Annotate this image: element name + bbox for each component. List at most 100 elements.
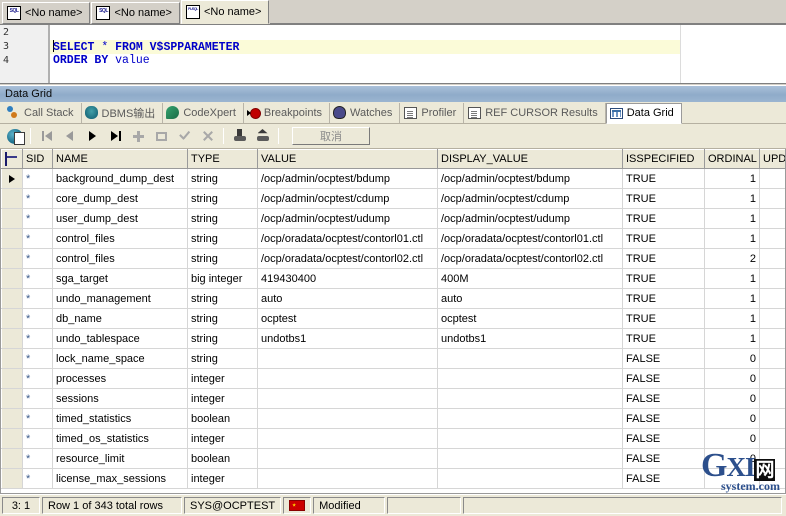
tab-profiler[interactable]: Profiler — [400, 102, 465, 123]
cell-isspecified[interactable]: FALSE — [622, 348, 705, 369]
document-tab-2[interactable]: <No name> — [91, 2, 180, 24]
row-selector-cell[interactable] — [1, 208, 23, 229]
row-selector-cell[interactable] — [1, 368, 23, 389]
table-row[interactable]: * processes integer FALSE 0 — [1, 368, 785, 389]
cell-value[interactable]: auto — [257, 288, 438, 309]
cell-sid[interactable]: * — [22, 448, 53, 469]
cell-sid[interactable]: * — [22, 268, 53, 289]
cell-isspecified[interactable]: TRUE — [622, 288, 705, 309]
cell-display-value[interactable] — [437, 408, 623, 429]
cell-sid[interactable]: * — [22, 388, 53, 409]
cell-isspecified[interactable]: TRUE — [622, 308, 705, 329]
cell-sid[interactable]: * — [22, 368, 53, 389]
cell-display-value[interactable]: auto — [437, 288, 623, 309]
tab-codexpert[interactable]: CodeXpert — [163, 102, 244, 123]
row-selector-cell[interactable] — [1, 268, 23, 289]
cell-type[interactable]: integer — [187, 368, 258, 389]
row-selector-cell[interactable] — [1, 288, 23, 309]
editor-code-area[interactable]: SELECT * FROM V$SPPARAMETER ORDER BY val… — [50, 25, 786, 83]
cell-type[interactable]: boolean — [187, 408, 258, 429]
cell-upda[interactable] — [759, 408, 785, 429]
cell-sid[interactable]: * — [22, 468, 53, 489]
table-row[interactable]: * license_max_sessions integer FALSE — [1, 468, 785, 489]
cell-value[interactable] — [257, 468, 438, 489]
cell-display-value[interactable] — [437, 368, 623, 389]
cell-isspecified[interactable]: FALSE — [622, 448, 705, 469]
cell-type[interactable]: string — [187, 288, 258, 309]
cell-name[interactable]: user_dump_dest — [52, 208, 188, 229]
column-header-isspecified[interactable]: ISSPECIFIED — [622, 149, 705, 169]
rollback-button[interactable] — [252, 126, 273, 146]
cell-display-value[interactable]: ocptest — [437, 308, 623, 329]
row-selector-cell[interactable] — [1, 188, 23, 209]
cell-sid[interactable]: * — [22, 328, 53, 349]
cell-display-value[interactable] — [437, 448, 623, 469]
cell-isspecified[interactable]: FALSE — [622, 408, 705, 429]
cell-display-value[interactable]: /ocp/admin/ocptest/udump — [437, 208, 623, 229]
cell-name[interactable]: resource_limit — [52, 448, 188, 469]
cell-name[interactable]: timed_os_statistics — [52, 428, 188, 449]
column-header-value[interactable]: VALUE — [257, 149, 438, 169]
cell-display-value[interactable]: undotbs1 — [437, 328, 623, 349]
cell-sid[interactable]: * — [22, 208, 53, 229]
cell-upda[interactable] — [759, 348, 785, 369]
cell-upda[interactable] — [759, 388, 785, 409]
post-edit-button[interactable] — [174, 126, 195, 146]
cell-ordinal[interactable]: 1 — [704, 208, 760, 229]
cell-display-value[interactable] — [437, 468, 623, 489]
table-row[interactable]: * sessions integer FALSE 0 — [1, 388, 785, 409]
cell-display-value[interactable]: /ocp/admin/ocptest/cdump — [437, 188, 623, 209]
next-record-button[interactable] — [82, 126, 103, 146]
cell-value[interactable] — [257, 388, 438, 409]
cell-sid[interactable]: * — [22, 188, 53, 209]
table-row[interactable]: * background_dump_dest string/ocp/admin/oc… — [1, 168, 785, 189]
tab-call-stack[interactable]: Call Stack — [4, 102, 82, 123]
data-grid[interactable]: SID NAME TYPE VALUE DISPLAY_VALUE ISSPEC… — [0, 149, 786, 494]
cell-type[interactable]: integer — [187, 468, 258, 489]
grid-corner-header[interactable] — [1, 149, 23, 169]
cell-type[interactable]: string — [187, 308, 258, 329]
cell-isspecified[interactable]: TRUE — [622, 328, 705, 349]
cell-name[interactable]: background_dump_dest — [52, 168, 188, 189]
cancel-button[interactable]: 取消 — [292, 127, 370, 145]
cell-name[interactable]: undo_management — [52, 288, 188, 309]
cell-display-value[interactable]: /ocp/oradata/ocptest/contorl02.ctl — [437, 248, 623, 269]
row-selector-cell[interactable] — [1, 468, 23, 489]
cell-value[interactable] — [257, 368, 438, 389]
cell-upda[interactable] — [759, 248, 785, 269]
delete-record-button[interactable] — [151, 126, 172, 146]
document-tab-1[interactable]: <No name> — [2, 2, 91, 24]
cell-ordinal[interactable]: 0 — [704, 448, 760, 469]
row-selector-cell[interactable] — [1, 168, 23, 189]
column-header-sid[interactable]: SID — [22, 149, 53, 169]
cell-name[interactable]: control_files — [52, 248, 188, 269]
cell-isspecified[interactable]: FALSE — [622, 468, 705, 489]
cell-value[interactable]: /ocp/admin/ocptest/bdump — [257, 168, 438, 189]
cell-ordinal[interactable]: 2 — [704, 248, 760, 269]
table-row[interactable]: * undo_management string auto auto TRUE 1 — [1, 288, 785, 309]
table-row[interactable]: * timed_statistics boolean FALSE 0 — [1, 408, 785, 429]
cell-name[interactable]: sessions — [52, 388, 188, 409]
table-row[interactable]: * undo_tablespace string undotbs1 undotbs1 TR… — [1, 328, 785, 349]
column-header-upda[interactable]: UPDA — [759, 149, 785, 169]
cell-isspecified[interactable]: TRUE — [622, 168, 705, 189]
cell-upda[interactable] — [759, 268, 785, 289]
cell-upda[interactable] — [759, 308, 785, 329]
cell-type[interactable]: integer — [187, 428, 258, 449]
cell-upda[interactable] — [759, 208, 785, 229]
cell-isspecified[interactable]: TRUE — [622, 228, 705, 249]
cancel-edit-button[interactable] — [197, 126, 218, 146]
cell-value[interactable] — [257, 448, 438, 469]
row-selector-cell[interactable] — [1, 248, 23, 269]
cell-sid[interactable]: * — [22, 228, 53, 249]
cell-display-value[interactable]: 400M — [437, 268, 623, 289]
table-row[interactable]: * timed_os_statistics integer FALSE 0 — [1, 428, 785, 449]
cell-sid[interactable]: * — [22, 168, 53, 189]
table-row[interactable]: * core_dump_dest string/ocp/admin/ocptest/… — [1, 188, 785, 209]
row-selector-cell[interactable] — [1, 328, 23, 349]
cell-ordinal[interactable]: 1 — [704, 288, 760, 309]
cell-ordinal[interactable]: 0 — [704, 368, 760, 389]
cell-display-value[interactable] — [437, 388, 623, 409]
cell-name[interactable]: processes — [52, 368, 188, 389]
cell-sid[interactable]: * — [22, 248, 53, 269]
